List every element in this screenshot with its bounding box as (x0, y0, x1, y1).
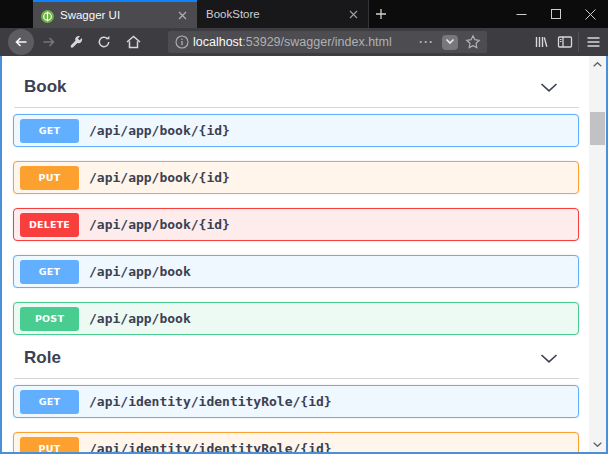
operation-row[interactable]: POST/api/app/book (13, 302, 579, 335)
forward-button[interactable] (36, 28, 62, 56)
method-badge: POST (20, 307, 79, 331)
sidebar-icon[interactable] (552, 28, 578, 56)
scrollbar-thumb[interactable] (590, 112, 605, 145)
section-header[interactable]: Book (2, 78, 589, 95)
tab-separator (368, 0, 369, 28)
section-header[interactable]: Role (2, 349, 589, 366)
operation-row[interactable]: PUT/api/app/book/{id} (13, 161, 579, 194)
site-info-icon[interactable] (175, 35, 189, 49)
library-icon[interactable] (528, 28, 554, 56)
swagger-page-content: BookGET/api/app/book/{id}PUT/api/app/boo… (2, 56, 589, 452)
back-button[interactable] (8, 29, 34, 55)
method-badge: PUT (20, 166, 79, 190)
chevron-down-icon[interactable] (540, 78, 558, 96)
method-badge: PUT (20, 437, 79, 453)
section-title: Role (24, 349, 61, 366)
toolbar-separator (578, 32, 579, 52)
operation-path: /api/app/book (89, 264, 191, 279)
tab-bar: Swagger UI BookStore (0, 0, 608, 28)
operation-path: /api/identity/identityRole/{id} (89, 441, 332, 452)
operation-row[interactable]: GET/api/app/book/{id} (13, 114, 579, 147)
api-section-book: BookGET/api/app/book/{id}PUT/api/app/boo… (2, 78, 589, 335)
close-window-button[interactable] (575, 0, 605, 28)
method-badge: GET (20, 260, 79, 284)
url-text: localhost:53929/swagger/index.html (193, 35, 419, 49)
operation-row[interactable]: GET/api/app/book (13, 255, 579, 288)
section-title: Book (24, 78, 67, 95)
wrench-icon[interactable] (63, 28, 89, 56)
close-tab-icon[interactable] (174, 7, 190, 23)
new-tab-button[interactable] (371, 0, 391, 28)
api-sections: BookGET/api/app/book/{id}PUT/api/app/boo… (2, 78, 589, 452)
operation-path: /api/app/book (89, 311, 191, 326)
window-border (0, 56, 2, 454)
tab-title: BookStore (206, 8, 345, 20)
operation-path: /api/app/book/{id} (89, 170, 230, 185)
operation-path: /api/app/book/{id} (89, 123, 230, 138)
section-divider (14, 378, 579, 379)
tab-title: Swagger UI (60, 9, 174, 21)
home-button[interactable] (120, 28, 146, 56)
minimize-button[interactable] (506, 0, 536, 28)
operation-row[interactable]: DELETE/api/app/book/{id} (13, 208, 579, 241)
operation-row[interactable]: GET/api/identity/identityRole/{id} (13, 385, 579, 418)
chevron-down-icon[interactable] (540, 349, 558, 367)
url-path: :53929/swagger/index.html (242, 35, 391, 49)
method-badge: DELETE (20, 213, 79, 237)
operation-row[interactable]: PUT/api/identity/identityRole/{id} (13, 432, 579, 452)
bookmark-star-icon[interactable] (465, 34, 481, 50)
scroll-up-icon[interactable] (589, 56, 606, 72)
tab-swagger-ui[interactable]: Swagger UI (33, 0, 197, 28)
operation-path: /api/identity/identityRole/{id} (89, 394, 332, 409)
url-host: localhost (193, 35, 242, 49)
operation-path: /api/app/book/{id} (89, 217, 230, 232)
pocket-icon[interactable] (442, 35, 458, 50)
method-badge: GET (20, 119, 79, 143)
browser-window: Swagger UI BookStore (0, 0, 608, 454)
menu-hamburger-icon[interactable] (580, 28, 606, 56)
page-actions-icon[interactable]: ··· (419, 35, 434, 49)
tab-bookstore[interactable]: BookStore (197, 0, 368, 28)
scrollbar[interactable] (589, 56, 606, 452)
api-section-role: RoleGET/api/identity/identityRole/{id}PU… (2, 349, 589, 452)
scroll-down-icon[interactable] (589, 436, 606, 452)
method-badge: GET (20, 390, 79, 414)
maximize-button[interactable] (541, 0, 571, 28)
url-bar[interactable]: localhost:53929/swagger/index.html ··· (168, 31, 487, 53)
reload-button[interactable] (91, 28, 117, 56)
swagger-favicon-icon (41, 9, 54, 22)
section-divider (14, 107, 579, 108)
close-tab-icon[interactable] (345, 6, 361, 22)
